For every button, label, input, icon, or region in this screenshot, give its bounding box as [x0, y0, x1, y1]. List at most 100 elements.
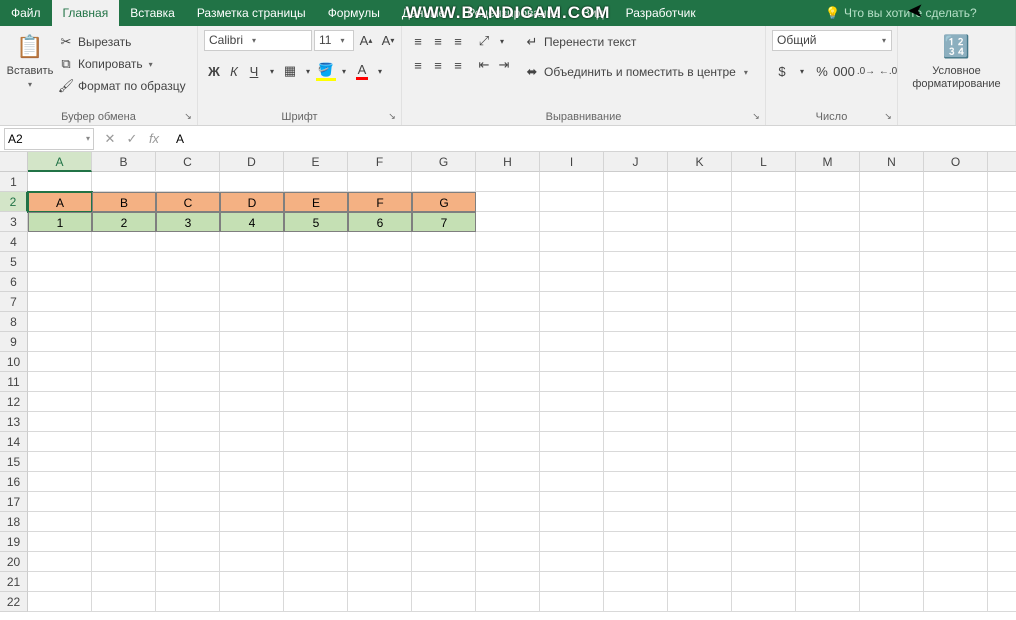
- cell[interactable]: [348, 172, 412, 192]
- cell[interactable]: [988, 412, 1016, 432]
- cell[interactable]: [924, 552, 988, 572]
- cell[interactable]: [668, 212, 732, 232]
- cell[interactable]: [28, 392, 92, 412]
- cell[interactable]: [796, 552, 860, 572]
- cell[interactable]: [28, 352, 92, 372]
- cell[interactable]: [284, 272, 348, 292]
- row-header[interactable]: 16: [0, 472, 28, 492]
- cell[interactable]: [284, 432, 348, 452]
- row-header[interactable]: 17: [0, 492, 28, 512]
- cell[interactable]: [540, 372, 604, 392]
- cell[interactable]: [668, 292, 732, 312]
- cell[interactable]: [988, 212, 1016, 232]
- cell[interactable]: [92, 172, 156, 192]
- cell[interactable]: [860, 472, 924, 492]
- cell[interactable]: [28, 172, 92, 192]
- cell[interactable]: [540, 172, 604, 192]
- column-header[interactable]: E: [284, 152, 348, 172]
- cell[interactable]: [284, 512, 348, 532]
- cell[interactable]: [156, 292, 220, 312]
- cell[interactable]: [412, 232, 476, 252]
- cell[interactable]: [284, 552, 348, 572]
- copy-button[interactable]: ⧉Копировать▾: [54, 53, 190, 75]
- cell[interactable]: [604, 432, 668, 452]
- cell[interactable]: [348, 372, 412, 392]
- cell[interactable]: [476, 192, 540, 212]
- cell[interactable]: [924, 212, 988, 232]
- column-header[interactable]: O: [924, 152, 988, 172]
- chevron-down-icon[interactable]: ▾: [336, 61, 352, 81]
- cell[interactable]: [348, 592, 412, 612]
- cell[interactable]: [860, 272, 924, 292]
- row-header[interactable]: 7: [0, 292, 28, 312]
- cell[interactable]: [412, 552, 476, 572]
- cell[interactable]: [540, 292, 604, 312]
- cell[interactable]: [796, 252, 860, 272]
- row-header[interactable]: 1: [0, 172, 28, 192]
- cell[interactable]: [92, 452, 156, 472]
- cell[interactable]: [156, 332, 220, 352]
- cell[interactable]: [412, 352, 476, 372]
- row-header[interactable]: 13: [0, 412, 28, 432]
- cell[interactable]: [348, 312, 412, 332]
- align-center-button[interactable]: ≡: [428, 55, 448, 75]
- column-header[interactable]: N: [860, 152, 924, 172]
- cell[interactable]: [988, 292, 1016, 312]
- cell[interactable]: [412, 532, 476, 552]
- cell[interactable]: [284, 392, 348, 412]
- cell[interactable]: [924, 432, 988, 452]
- cell[interactable]: [92, 412, 156, 432]
- cell[interactable]: [924, 472, 988, 492]
- accounting-button[interactable]: $: [772, 61, 792, 81]
- column-header[interactable]: P: [988, 152, 1016, 172]
- cell[interactable]: [604, 312, 668, 332]
- cell[interactable]: [220, 392, 284, 412]
- cell[interactable]: [796, 512, 860, 532]
- cell[interactable]: [796, 572, 860, 592]
- cell[interactable]: [796, 392, 860, 412]
- cell[interactable]: [668, 512, 732, 532]
- cell[interactable]: [732, 312, 796, 332]
- cell[interactable]: 2: [92, 212, 156, 232]
- cell[interactable]: [476, 492, 540, 512]
- column-header[interactable]: K: [668, 152, 732, 172]
- column-header[interactable]: G: [412, 152, 476, 172]
- cell[interactable]: [668, 192, 732, 212]
- tab-data[interactable]: Данные: [391, 0, 456, 26]
- cell[interactable]: [732, 412, 796, 432]
- cell[interactable]: [540, 532, 604, 552]
- cell[interactable]: [540, 492, 604, 512]
- cell[interactable]: [668, 432, 732, 452]
- cell[interactable]: [988, 532, 1016, 552]
- cell[interactable]: [348, 552, 412, 572]
- cell[interactable]: [92, 492, 156, 512]
- cell[interactable]: [540, 272, 604, 292]
- tab-home[interactable]: Главная: [52, 0, 120, 26]
- cell[interactable]: [476, 212, 540, 232]
- cell[interactable]: [156, 172, 220, 192]
- cell[interactable]: [92, 472, 156, 492]
- cell[interactable]: [156, 392, 220, 412]
- cell[interactable]: [412, 172, 476, 192]
- column-header[interactable]: M: [796, 152, 860, 172]
- cell[interactable]: [732, 352, 796, 372]
- cell[interactable]: [668, 312, 732, 332]
- cell[interactable]: [988, 232, 1016, 252]
- cell[interactable]: [860, 492, 924, 512]
- cell[interactable]: [668, 412, 732, 432]
- cell[interactable]: C: [156, 192, 220, 212]
- cell[interactable]: [348, 412, 412, 432]
- cell[interactable]: [28, 492, 92, 512]
- formula-input[interactable]: [170, 128, 1016, 150]
- cell[interactable]: [860, 372, 924, 392]
- cell[interactable]: [604, 352, 668, 372]
- cell[interactable]: [540, 552, 604, 572]
- cell[interactable]: [604, 472, 668, 492]
- cell[interactable]: 7: [412, 212, 476, 232]
- cell[interactable]: [860, 332, 924, 352]
- cell[interactable]: 1: [28, 212, 92, 232]
- cell[interactable]: [156, 272, 220, 292]
- tab-view[interactable]: Вид: [571, 0, 615, 26]
- cell[interactable]: [924, 532, 988, 552]
- cell[interactable]: [156, 472, 220, 492]
